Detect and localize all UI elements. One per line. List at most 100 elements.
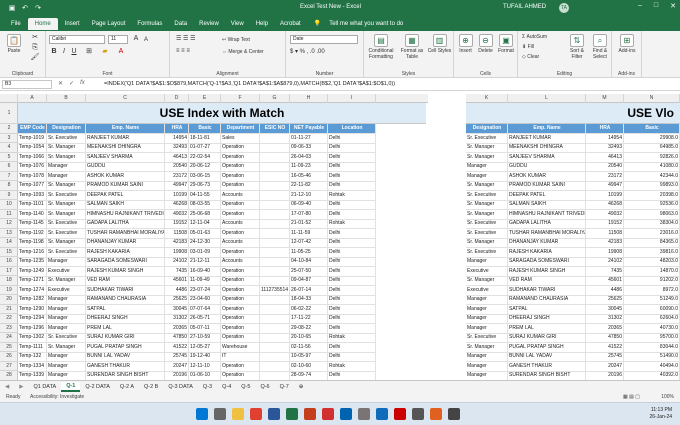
table-cell[interactable]: Manager xyxy=(47,257,86,266)
table-cell[interactable]: VED RAM xyxy=(86,276,165,285)
table-cell[interactable]: 23172 xyxy=(165,171,189,181)
sheet-tab[interactable]: Q-1 xyxy=(61,381,81,392)
table-cell[interactable]: Accounts xyxy=(221,257,260,266)
table-cell[interactable]: GADAPA LALITHA xyxy=(508,219,586,228)
align-top-icon[interactable]: ☰ ☰ ☰ xyxy=(176,36,216,42)
sheet-tab[interactable]: Q-3 DATA xyxy=(163,383,198,391)
row-header[interactable]: 15 xyxy=(0,248,18,257)
insert-cells-button[interactable]: ⊕ Insert xyxy=(456,34,475,54)
table-cell[interactable]: 20398.0 xyxy=(624,190,680,200)
bold-button[interactable]: B xyxy=(50,48,58,55)
table-cell[interactable]: 03-06-15 xyxy=(189,171,221,181)
table-cell[interactable]: SUDHAKAR TIWARI xyxy=(508,285,586,295)
table-cell[interactable]: SARAGADA SOMESWARI xyxy=(86,257,165,266)
table-cell[interactable]: 45601 xyxy=(586,276,624,285)
table-cell[interactable]: 12-07-42 xyxy=(290,238,328,247)
table-cell[interactable]: SURAJ KUMAR GIRI xyxy=(86,333,165,342)
font-color-icon[interactable]: A xyxy=(116,48,126,55)
table-cell[interactable]: Temp-132 xyxy=(18,352,47,361)
table-cell[interactable]: VED RAM xyxy=(508,276,586,285)
table-cell[interactable]: 14954 xyxy=(586,133,624,143)
table-cell[interactable]: Delhi xyxy=(328,323,376,333)
column-header[interactable]: B xyxy=(47,94,86,103)
table-cell[interactable]: 26-05-71 xyxy=(189,314,221,323)
header-cell[interactable]: NET Payable xyxy=(290,124,328,133)
table-cell[interactable]: 84365.0 xyxy=(624,238,680,247)
row-header[interactable]: 20 xyxy=(0,295,18,305)
clear-button[interactable]: ◇ Clear xyxy=(522,54,562,60)
table-cell[interactable]: 19908 xyxy=(165,247,189,257)
chrome-icon[interactable] xyxy=(250,408,262,420)
font-size-select[interactable]: 11 xyxy=(108,35,128,44)
table-cell[interactable]: 25625 xyxy=(586,295,624,304)
table-cell[interactable]: Sr. Executive xyxy=(47,190,86,200)
table-cell[interactable] xyxy=(260,133,290,143)
table-cell[interactable]: Delhi xyxy=(328,143,376,152)
row-header[interactable]: 6 xyxy=(0,162,18,172)
table-cell[interactable]: Manager xyxy=(466,323,508,333)
table-cell[interactable]: Delhi xyxy=(328,228,376,238)
table-cell[interactable]: 23016.0 xyxy=(624,228,680,238)
table-cell[interactable]: RANJEET KUMAR xyxy=(508,133,586,143)
table-cell[interactable] xyxy=(260,171,290,181)
table-cell[interactable]: Sr. Executive xyxy=(466,333,508,342)
table-cell[interactable]: 25-07-50 xyxy=(290,266,328,276)
table-cell[interactable]: Temp-1294 xyxy=(18,314,47,323)
minimize-icon[interactable]: – xyxy=(638,2,642,10)
table-cell[interactable]: 40392.0 xyxy=(624,371,680,380)
table-cell[interactable]: Executive xyxy=(47,266,86,276)
table-cell[interactable]: SURENDAR SINGH BISHT xyxy=(86,371,165,380)
table-cell[interactable]: Sr. Manager xyxy=(47,152,86,162)
header-cell[interactable]: Designation xyxy=(466,124,508,133)
table-cell[interactable]: 92826.0 xyxy=(624,152,680,162)
table-cell[interactable]: 14870.0 xyxy=(624,266,680,276)
table-cell[interactable]: 11-09-49 xyxy=(189,276,221,285)
table-cell[interactable]: Operation xyxy=(221,323,260,333)
underline-button[interactable]: U xyxy=(70,48,78,55)
find-select-button[interactable]: ⌕ Find & Select xyxy=(589,34,611,60)
table-cell[interactable]: RAJESH KAKARIA xyxy=(508,247,586,257)
format-as-table-button[interactable]: ▦ Format as Table xyxy=(398,34,426,60)
header-cell[interactable]: Emp. Name xyxy=(86,124,165,133)
edge-icon[interactable] xyxy=(340,408,352,420)
row-header[interactable]: 21 xyxy=(0,305,18,314)
table-cell[interactable] xyxy=(260,352,290,361)
sheet-tab[interactable]: Q1 DATA xyxy=(28,383,61,391)
sheet-tab[interactable]: Q-2 DATA xyxy=(80,383,115,391)
row-header[interactable]: 24 xyxy=(0,333,18,343)
table-cell[interactable] xyxy=(260,342,290,352)
table-cell[interactable] xyxy=(260,314,290,323)
function-icon[interactable]: fx xyxy=(80,80,85,87)
table-cell[interactable]: 20196 xyxy=(165,371,189,380)
table-cell[interactable]: 1112735514 xyxy=(260,285,290,295)
table-cell[interactable]: Temp-1054 xyxy=(18,143,47,152)
table-cell[interactable]: GANESH THAKUR xyxy=(508,361,586,371)
table-cell[interactable]: Temp-1078 xyxy=(18,171,47,181)
table-cell[interactable]: 04-11-55 xyxy=(189,190,221,200)
table-cell[interactable]: Delhi xyxy=(328,304,376,314)
outlook-icon[interactable] xyxy=(376,408,388,420)
table-cell[interactable]: 22-11-82 xyxy=(290,181,328,190)
table-cell[interactable]: 17-07-80 xyxy=(290,209,328,219)
table-cell[interactable]: 22-02-54 xyxy=(189,152,221,162)
table-cell[interactable]: 20196 xyxy=(586,371,624,380)
table-cell[interactable] xyxy=(260,333,290,342)
table-cell[interactable]: Temp-1093 xyxy=(18,190,47,200)
table-cell[interactable]: DEEPAK PATEL xyxy=(508,190,586,200)
table-cell[interactable]: TUSHAR RAMANBHAI MORALIYA xyxy=(508,228,586,238)
table-cell[interactable]: Temp-1290 xyxy=(18,304,47,314)
table-cell[interactable]: TUSHAR RAMANBHAI MORALIYA xyxy=(86,228,165,238)
table-cell[interactable]: Rohtak xyxy=(328,361,376,371)
table-cell[interactable] xyxy=(260,228,290,238)
table-cell[interactable]: Manager xyxy=(466,304,508,314)
table-cell[interactable]: Sr. Manager xyxy=(466,200,508,209)
tab-data[interactable]: Data xyxy=(169,19,192,29)
header-cell[interactable]: Department xyxy=(221,124,260,133)
table-cell[interactable]: 31302 xyxy=(165,314,189,323)
table-cell[interactable]: Sr. Manager xyxy=(466,152,508,162)
table-cell[interactable]: DHEERAJ SINGH xyxy=(86,314,165,323)
table-cell[interactable]: 10199 xyxy=(586,190,624,200)
tab-home[interactable]: Home xyxy=(27,17,58,30)
tab-page-layout[interactable]: Page Layout xyxy=(87,19,131,29)
grow-font-icon[interactable]: A xyxy=(132,35,140,42)
